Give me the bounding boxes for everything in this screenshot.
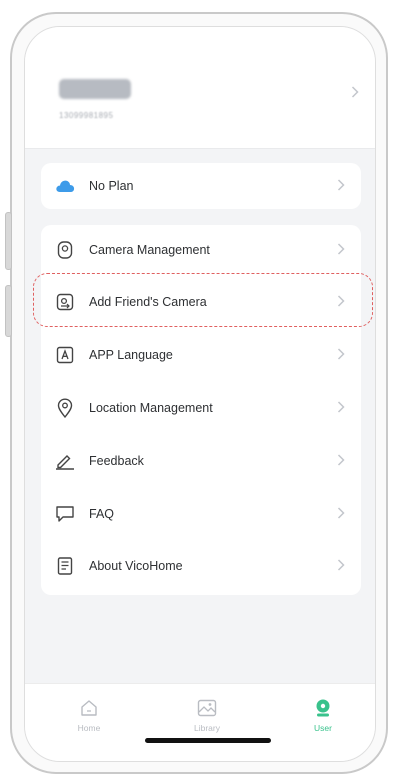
home-indicator[interactable]: [145, 738, 271, 743]
menu-item-label: Location Management: [89, 401, 213, 415]
menu-item-label: Camera Management: [89, 243, 210, 257]
info-book-icon: [55, 556, 75, 576]
tab-bar: Home Library User: [25, 683, 375, 761]
profile-name: [59, 79, 131, 99]
camera-icon: [55, 240, 75, 260]
image-icon: [197, 698, 217, 718]
plan-row[interactable]: No Plan: [41, 161, 361, 211]
phone-side-button: [5, 285, 12, 337]
chevron-right-icon: [337, 453, 345, 471]
tab-user[interactable]: User: [293, 698, 353, 733]
cloud-icon: [55, 176, 75, 196]
menu-item-label: Feedback: [89, 454, 144, 468]
chevron-right-icon: [337, 400, 345, 418]
tab-label: Home: [77, 723, 101, 733]
chevron-right-icon: [337, 178, 345, 196]
pen-icon: [55, 451, 75, 471]
menu-item-app-language[interactable]: APP Language: [41, 330, 361, 380]
home-icon: [79, 698, 99, 718]
plan-card: No Plan: [41, 163, 361, 209]
chevron-right-icon: [337, 506, 345, 524]
language-icon: [55, 345, 75, 365]
highlight-annotation: [33, 273, 373, 327]
menu-item-label: FAQ: [89, 507, 115, 521]
menu-item-label: About VicoHome: [89, 559, 183, 573]
tab-library[interactable]: Library: [177, 698, 237, 733]
tab-label: User: [314, 723, 332, 733]
menu-item-about[interactable]: About VicoHome: [41, 541, 361, 591]
tab-label: Library: [194, 723, 220, 733]
profile-phone: 13099981895: [59, 111, 114, 120]
menu-item-label: APP Language: [89, 348, 173, 362]
location-pin-icon: [55, 398, 75, 418]
menu-item-location-management[interactable]: Location Management: [41, 383, 361, 433]
user-icon: [313, 698, 333, 718]
menu-item-faq[interactable]: FAQ: [41, 489, 361, 539]
app-screen: 13099981895 No Plan Camera Management Ad…: [24, 26, 376, 762]
phone-side-button: [5, 212, 12, 270]
menu-item-feedback[interactable]: Feedback: [41, 436, 361, 486]
profile-header[interactable]: 13099981895: [25, 27, 375, 149]
chat-bubble-icon: [55, 504, 75, 524]
plan-label: No Plan: [89, 179, 134, 193]
menu-item-camera-management[interactable]: Camera Management: [41, 225, 361, 275]
chevron-right-icon: [337, 347, 345, 365]
chevron-right-icon: [351, 85, 359, 103]
chevron-right-icon: [337, 558, 345, 576]
tab-home[interactable]: Home: [59, 698, 119, 733]
chevron-right-icon: [337, 242, 345, 260]
